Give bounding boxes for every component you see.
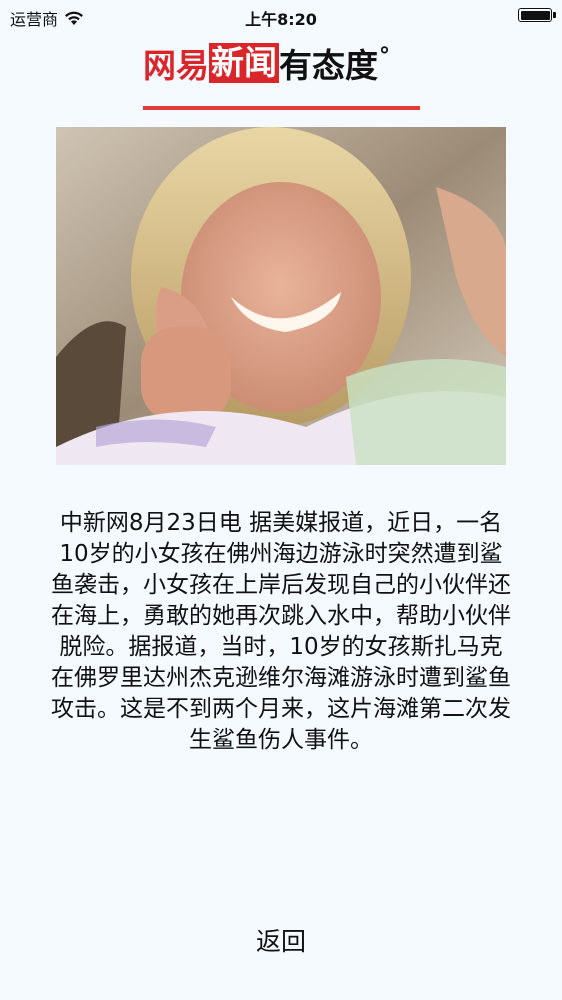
news-photo [56, 127, 506, 465]
article-body: 中新网8月23日电 据美媒报道，近日，一名10岁的小女孩在佛州海边游泳时突然遭到… [51, 510, 511, 753]
status-time: 上午8:20 [245, 10, 317, 29]
back-button[interactable]: 返回 [231, 918, 331, 962]
logo-news-box: 新闻 [209, 43, 279, 83]
logo-degree-mark: ° [379, 43, 390, 69]
logo-brand-text: 网易 [143, 46, 209, 85]
header-divider [143, 106, 420, 110]
battery-level [520, 10, 550, 20]
netease-news-logo: 网易 新闻 有态度 ° [143, 40, 390, 86]
battery-icon [518, 8, 556, 22]
status-bar: 运营商 上午8:20 [0, 0, 562, 34]
logo-slogan: 有态度 [279, 46, 378, 85]
